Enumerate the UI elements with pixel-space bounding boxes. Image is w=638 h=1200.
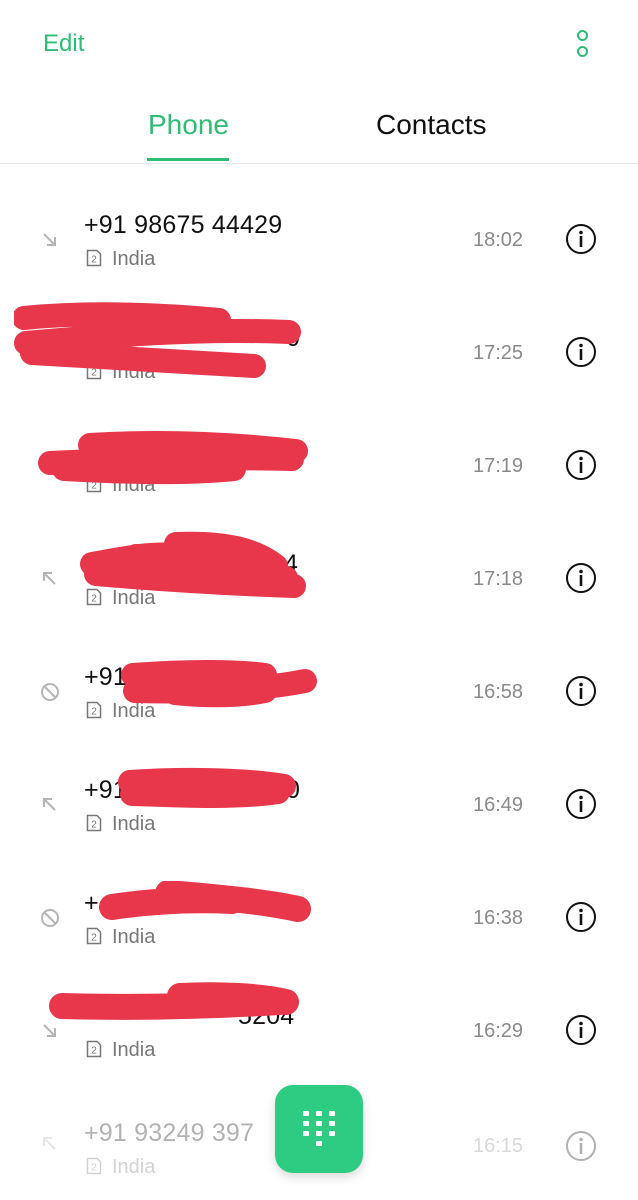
info-icon[interactable] bbox=[565, 562, 597, 594]
call-time: 16:29 bbox=[473, 1020, 524, 1042]
outgoing-call-icon bbox=[43, 798, 56, 811]
outgoing-call-icon bbox=[43, 572, 56, 585]
blocked-call-icon bbox=[41, 683, 59, 701]
sim-slot-number: 2 bbox=[91, 933, 97, 944]
redaction-mark bbox=[99, 881, 311, 922]
call-region: India bbox=[112, 1156, 156, 1178]
call-log-row[interactable]: 4 2 India 17:18 bbox=[0, 522, 638, 635]
active-tab-indicator bbox=[147, 158, 229, 161]
incoming-call-icon bbox=[43, 1024, 56, 1037]
outgoing-call-icon bbox=[43, 1137, 56, 1150]
blocked-call-icon bbox=[41, 909, 59, 927]
call-region: India bbox=[112, 248, 156, 270]
sim-slot-number: 2 bbox=[91, 481, 97, 492]
call-log-row[interactable]: +91 0 2 India 16:49 bbox=[0, 748, 638, 861]
call-log-row[interactable]: 2 India 17:19 bbox=[0, 409, 638, 522]
info-icon[interactable] bbox=[565, 901, 597, 933]
call-region: India bbox=[112, 361, 156, 383]
call-time: 16:15 bbox=[473, 1135, 524, 1157]
info-icon[interactable] bbox=[565, 223, 597, 255]
tab-phone[interactable]: Phone bbox=[148, 109, 229, 141]
call-log-row[interactable]: 0 2 India 17:25 bbox=[0, 296, 638, 409]
sim-card-icon: 2 bbox=[86, 701, 102, 719]
call-number-suffix: 0 bbox=[286, 776, 301, 804]
info-icon[interactable] bbox=[565, 675, 597, 707]
call-region: India bbox=[112, 587, 156, 609]
sim-slot-number: 2 bbox=[91, 1163, 97, 1174]
sim-slot-number: 2 bbox=[91, 820, 97, 831]
info-icon[interactable] bbox=[565, 449, 597, 481]
call-number: 4 bbox=[284, 550, 299, 578]
sim-slot-number: 2 bbox=[91, 594, 97, 605]
dialpad-button[interactable] bbox=[275, 1085, 363, 1173]
info-icon[interactable] bbox=[565, 1130, 597, 1162]
sim-slot-number: 2 bbox=[91, 1046, 97, 1057]
top-bar: Edit bbox=[0, 0, 638, 90]
sim-card-icon: 2 bbox=[86, 475, 102, 493]
call-time: 17:18 bbox=[473, 568, 524, 590]
info-icon[interactable] bbox=[565, 336, 597, 368]
call-number: +91 bbox=[84, 663, 128, 691]
sim-card-icon: 2 bbox=[86, 814, 102, 832]
sim-card-icon: 2 bbox=[86, 362, 102, 380]
call-log-row[interactable]: +91 98675 44429 2 India 18:02 bbox=[0, 183, 638, 296]
call-region: India bbox=[112, 926, 156, 948]
sim-slot-number: 2 bbox=[91, 255, 97, 266]
info-icon[interactable] bbox=[565, 788, 597, 820]
call-time: 16:49 bbox=[473, 794, 524, 816]
dialpad-icon bbox=[303, 1111, 335, 1146]
redaction-mark bbox=[118, 767, 296, 808]
call-number: +91 bbox=[84, 776, 128, 804]
incoming-call-icon bbox=[43, 233, 56, 246]
call-log-row[interactable]: + 2 India 16:38 bbox=[0, 861, 638, 974]
sim-card-icon: 2 bbox=[86, 249, 102, 267]
tab-contacts[interactable]: Contacts bbox=[376, 109, 487, 141]
more-vertical-icon[interactable] bbox=[568, 28, 596, 60]
call-number: +91 98675 44429 bbox=[84, 211, 283, 239]
call-time: 16:58 bbox=[473, 681, 524, 703]
call-number: 0 bbox=[286, 324, 301, 352]
call-region: India bbox=[112, 1039, 156, 1061]
call-number: +91 93249 397 bbox=[84, 1119, 255, 1147]
call-time: 18:02 bbox=[473, 229, 524, 251]
sim-card-icon: 2 bbox=[86, 588, 102, 606]
sim-slot-number: 2 bbox=[91, 368, 97, 379]
sim-slot-number: 2 bbox=[91, 707, 97, 718]
edit-button[interactable]: Edit bbox=[43, 30, 84, 58]
sim-card-icon: 2 bbox=[86, 927, 102, 945]
call-time: 17:19 bbox=[473, 455, 524, 477]
tab-bar: Phone Contacts bbox=[0, 95, 638, 164]
call-number: + bbox=[84, 889, 99, 917]
call-log-row[interactable]: +91 2 India 16:58 bbox=[0, 635, 638, 748]
call-time: 17:25 bbox=[473, 342, 524, 364]
info-icon[interactable] bbox=[565, 1014, 597, 1046]
call-number: 5204 bbox=[238, 1002, 295, 1030]
redaction-mark bbox=[14, 302, 301, 378]
sim-card-icon: 2 bbox=[86, 1157, 102, 1175]
call-log-row[interactable]: 5204 2 India 16:29 bbox=[0, 974, 638, 1087]
sim-card-icon: 2 bbox=[86, 1040, 102, 1058]
call-region: India bbox=[112, 813, 156, 835]
call-region: India bbox=[112, 474, 156, 496]
call-time: 16:38 bbox=[473, 907, 524, 929]
call-region: India bbox=[112, 700, 156, 722]
redaction-mark bbox=[38, 431, 308, 484]
